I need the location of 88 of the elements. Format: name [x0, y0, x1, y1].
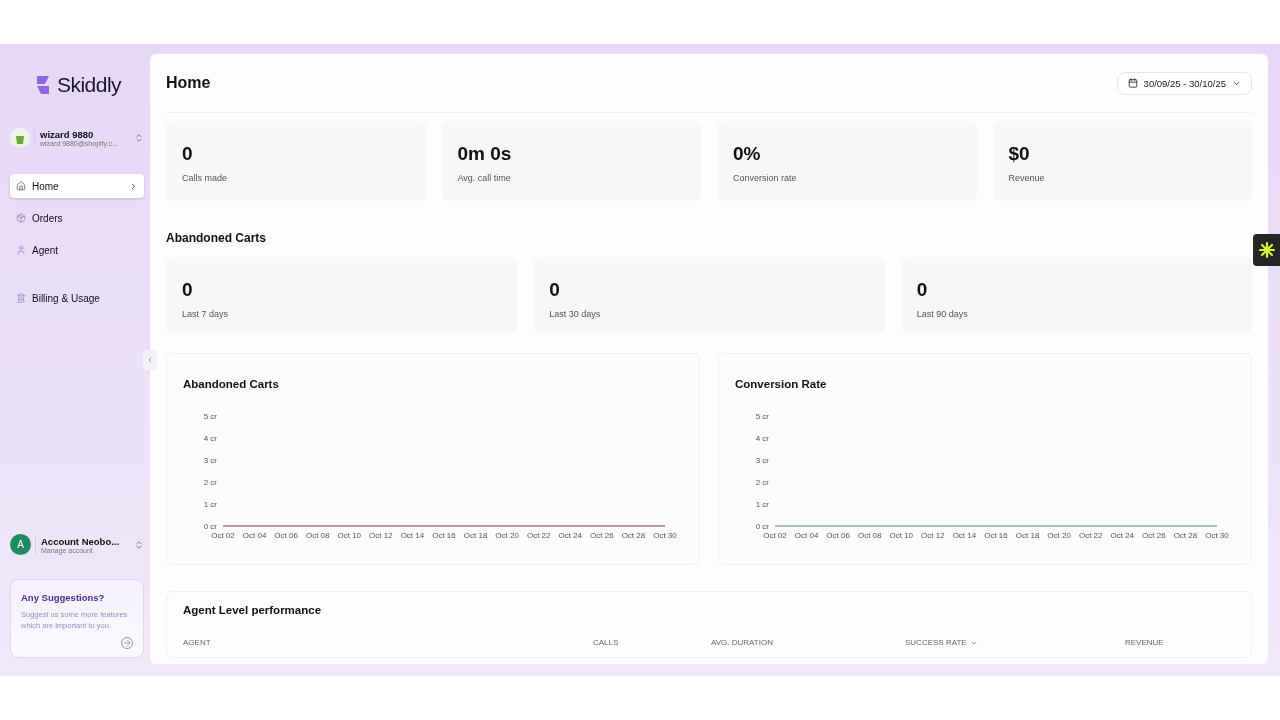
axis-label: Oct 20	[1047, 531, 1071, 540]
axis-label: Oct 30	[1205, 531, 1229, 540]
chevron-icon	[129, 181, 138, 191]
chart-title: Conversion Rate	[735, 378, 828, 390]
stat-label: Avg. call time	[457, 173, 512, 183]
axis-label: Oct 04	[794, 531, 819, 540]
suggestions-title: Any Suggestions?	[21, 592, 106, 603]
stat-label: Last 90 days	[916, 309, 969, 319]
chevron-icon	[146, 356, 154, 364]
stat-label: Revenue	[1008, 173, 1046, 183]
axis-label: Oct 14	[952, 531, 977, 540]
axis-label: Oct 16	[984, 531, 1008, 540]
axis-label: Oct 22	[1078, 531, 1103, 540]
stat-label: Last 30 days	[549, 309, 602, 319]
axis-label: Oct 18	[463, 531, 488, 540]
column-header[interactable]: CALLS	[593, 638, 711, 647]
axis-label: Oct 24	[558, 531, 583, 540]
date-range-button[interactable]: 30/09/25 - 30/10/25	[1116, 71, 1252, 95]
nav-icon	[16, 181, 26, 191]
axis-label: 3 cr	[203, 456, 217, 465]
column-header[interactable]: SUCCESS RATE	[905, 638, 1125, 647]
axis-label: Oct 22	[526, 531, 551, 540]
nav-item[interactable]: Home	[10, 174, 144, 198]
axis-label: Oct 26	[590, 531, 614, 540]
stat-value: 0	[916, 279, 929, 301]
brand-name: Skiddly	[56, 73, 122, 97]
column-header[interactable]: REVENUE	[1125, 638, 1235, 647]
axis-label: Oct 02	[763, 531, 787, 540]
axis-label: 2 cr	[203, 478, 217, 487]
axis-label: Oct 20	[495, 531, 519, 540]
axis-label: 5 cr	[755, 412, 769, 421]
axis-label: Oct 12	[369, 531, 393, 540]
stat-label: Conversion rate	[733, 173, 798, 183]
chevrons-icon	[134, 539, 144, 550]
axis-label: Oct 28	[1173, 531, 1198, 540]
axis-label: Oct 16	[432, 531, 456, 540]
column-header[interactable]: AGENT	[183, 638, 593, 647]
stat-label: Last 7 days	[182, 309, 230, 319]
axis-label: 4 cr	[203, 434, 217, 443]
chart-title: Abandoned Carts	[183, 378, 280, 390]
axis-label: Oct 18	[1015, 531, 1040, 540]
calendar-icon	[1127, 78, 1138, 88]
stat-value: 0	[549, 279, 561, 301]
nav-item[interactable]: Orders	[10, 206, 144, 230]
stat-value: 0	[182, 143, 194, 165]
nav-item[interactable]: Billing & Usage	[10, 286, 144, 310]
axis-label: 3 cr	[755, 456, 769, 465]
axis-label: 2 cr	[755, 478, 769, 487]
axis-label: Oct 14	[400, 531, 425, 540]
axis-label: Oct 10	[337, 531, 362, 540]
store-name: wizard 9880	[40, 129, 95, 140]
page-title: Home	[166, 74, 211, 92]
axis-label: Oct 08	[857, 531, 882, 540]
axis-label: Oct 26	[1142, 531, 1166, 540]
axis-label: Oct 30	[653, 531, 677, 540]
chevrons-icon	[134, 133, 144, 143]
nav-icon	[16, 293, 26, 303]
axis-label: 0 cr	[755, 522, 769, 531]
axis-label: Oct 10	[889, 531, 914, 540]
axis-label: Oct 06	[826, 531, 850, 540]
axis-label: Oct 04	[242, 531, 267, 540]
stat-value: 0%	[733, 143, 762, 165]
stat-label: Calls made	[182, 173, 229, 183]
widget-button[interactable]	[1253, 234, 1280, 266]
axis-label: Oct 06	[274, 531, 298, 540]
stat-value: 0	[182, 279, 194, 301]
column-header[interactable]: AVG. DURATION	[711, 638, 905, 647]
asterisk-icon	[1257, 241, 1276, 259]
stat-value: $0	[1008, 143, 1031, 165]
axis-label: 0 cr	[203, 522, 217, 531]
nav-icon	[16, 213, 26, 223]
account-name: Account Neobo...	[41, 535, 121, 547]
stat-value: 0m 0s	[457, 143, 513, 165]
axis-label: Oct 28	[621, 531, 646, 540]
axis-label: Oct 24	[1110, 531, 1135, 540]
avatar: A	[10, 534, 31, 555]
nav-item[interactable]: Agent	[10, 238, 144, 262]
axis-label: Oct 12	[921, 531, 945, 540]
axis-label: 5 cr	[203, 412, 217, 421]
axis-label: 1 cr	[755, 500, 769, 509]
nav-icon	[16, 245, 26, 255]
axis-label: Oct 02	[211, 531, 235, 540]
section-title: Abandoned Carts	[166, 231, 267, 245]
axis-label: Oct 08	[305, 531, 330, 540]
shop-icon	[10, 128, 30, 148]
axis-label: 1 cr	[203, 500, 217, 509]
axis-label: 4 cr	[755, 434, 769, 443]
table-title: Agent Level performance	[183, 604, 323, 616]
